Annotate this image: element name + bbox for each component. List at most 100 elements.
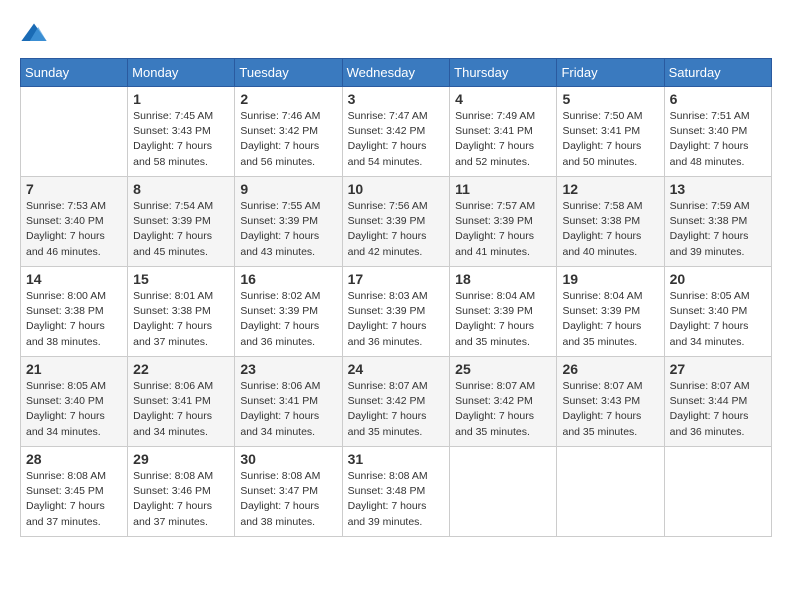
day-info: Sunrise: 7:46 AMSunset: 3:42 PMDaylight:… [240, 109, 336, 170]
calendar-cell-9: 9Sunrise: 7:55 AMSunset: 3:39 PMDaylight… [235, 177, 342, 267]
calendar-header-row: SundayMondayTuesdayWednesdayThursdayFrid… [21, 59, 772, 87]
day-info: Sunrise: 8:07 AMSunset: 3:42 PMDaylight:… [455, 379, 551, 440]
day-info: Sunrise: 8:06 AMSunset: 3:41 PMDaylight:… [240, 379, 336, 440]
calendar-cell-12: 12 Sunrise: 7:58 AMSunset: 3:38 PMDayligh… [557, 177, 664, 267]
calendar-cell-21: 21 Sunrise: 8:05 AMSunset: 3:40 PMDayligh… [21, 357, 128, 447]
calendar-cell-20: 20 Sunrise: 8:05 AMSunset: 3:40 PMDayligh… [664, 267, 771, 357]
day-number: 21 [26, 361, 122, 377]
calendar-cell-31: 31 Sunrise: 8:08 AMSunset: 3:48 PMDayligh… [342, 447, 450, 537]
calendar-cell-5: 5 Sunrise: 7:50 AMSunset: 3:41 PMDaylight… [557, 87, 664, 177]
day-number: 12 [562, 181, 658, 197]
day-info: Sunrise: 7:50 AMSunset: 3:41 PMDaylight:… [562, 109, 658, 170]
calendar-cell-30: 30 Sunrise: 8:08 AMSunset: 3:47 PMDayligh… [235, 447, 342, 537]
calendar-cell-10: 10 Sunrise: 7:56 AMSunset: 3:39 PMDayligh… [342, 177, 450, 267]
calendar-cell-24: 24 Sunrise: 8:07 AMSunset: 3:42 PMDayligh… [342, 357, 450, 447]
week-row-3: 21 Sunrise: 8:05 AMSunset: 3:40 PMDayligh… [21, 357, 772, 447]
calendar-cell-28: 28 Sunrise: 8:08 AMSunset: 3:45 PMDayligh… [21, 447, 128, 537]
calendar-cell-4: 4Sunrise: 7:49 AMSunset: 3:41 PMDaylight… [450, 87, 557, 177]
calendar-cell-14: 14Sunrise: 8:00 AMSunset: 3:38 PMDayligh… [21, 267, 128, 357]
calendar-cell-1: 1 Sunrise: 7:45 AMSunset: 3:43 PMDaylight… [128, 87, 235, 177]
day-info: Sunrise: 7:53 AMSunset: 3:40 PMDaylight:… [26, 199, 122, 260]
day-number: 13 [670, 181, 766, 197]
calendar-cell-empty [664, 447, 771, 537]
calendar-cell-18: 18 Sunrise: 8:04 AMSunset: 3:39 PMDayligh… [450, 267, 557, 357]
week-row-4: 28 Sunrise: 8:08 AMSunset: 3:45 PMDayligh… [21, 447, 772, 537]
calendar-header-saturday: Saturday [664, 59, 771, 87]
day-info: Sunrise: 8:04 AMSunset: 3:39 PMDaylight:… [562, 289, 658, 350]
calendar-header-thursday: Thursday [450, 59, 557, 87]
day-info: Sunrise: 7:57 AMSunset: 3:39 PMDaylight:… [455, 199, 551, 260]
calendar-cell-2: 2 Sunrise: 7:46 AMSunset: 3:42 PMDaylight… [235, 87, 342, 177]
week-row-0: 1 Sunrise: 7:45 AMSunset: 3:43 PMDaylight… [21, 87, 772, 177]
calendar-cell-11: 11 Sunrise: 7:57 AMSunset: 3:39 PMDayligh… [450, 177, 557, 267]
day-number: 19 [562, 271, 658, 287]
calendar-cell-13: 13 Sunrise: 7:59 AMSunset: 3:38 PMDayligh… [664, 177, 771, 267]
calendar-cell-empty [557, 447, 664, 537]
calendar-table: SundayMondayTuesdayWednesdayThursdayFrid… [20, 58, 772, 537]
day-number: 22 [133, 361, 229, 377]
day-info: Sunrise: 8:07 AMSunset: 3:42 PMDaylight:… [348, 379, 445, 440]
week-row-2: 14Sunrise: 8:00 AMSunset: 3:38 PMDayligh… [21, 267, 772, 357]
day-number: 7 [26, 181, 122, 197]
day-number: 16 [240, 271, 336, 287]
calendar-cell-19: 19 Sunrise: 8:04 AMSunset: 3:39 PMDayligh… [557, 267, 664, 357]
day-number: 28 [26, 451, 122, 467]
calendar-cell-23: 23 Sunrise: 8:06 AMSunset: 3:41 PMDayligh… [235, 357, 342, 447]
day-info: Sunrise: 8:01 AMSunset: 3:38 PMDaylight:… [133, 289, 229, 350]
day-number: 17 [348, 271, 445, 287]
day-info: Sunrise: 7:56 AMSunset: 3:39 PMDaylight:… [348, 199, 445, 260]
calendar-cell-25: 25Sunrise: 8:07 AMSunset: 3:42 PMDayligh… [450, 357, 557, 447]
day-number: 24 [348, 361, 445, 377]
day-info: Sunrise: 8:05 AMSunset: 3:40 PMDaylight:… [26, 379, 122, 440]
day-number: 31 [348, 451, 445, 467]
calendar-header-friday: Friday [557, 59, 664, 87]
day-info: Sunrise: 8:07 AMSunset: 3:44 PMDaylight:… [670, 379, 766, 440]
day-info: Sunrise: 8:03 AMSunset: 3:39 PMDaylight:… [348, 289, 445, 350]
day-info: Sunrise: 8:08 AMSunset: 3:47 PMDaylight:… [240, 469, 336, 530]
day-info: Sunrise: 8:08 AMSunset: 3:48 PMDaylight:… [348, 469, 445, 530]
calendar-cell-7: 7 Sunrise: 7:53 AMSunset: 3:40 PMDaylight… [21, 177, 128, 267]
day-info: Sunrise: 8:04 AMSunset: 3:39 PMDaylight:… [455, 289, 551, 350]
day-info: Sunrise: 7:55 AMSunset: 3:39 PMDaylight:… [240, 199, 336, 260]
day-number: 8 [133, 181, 229, 197]
day-info: Sunrise: 7:54 AMSunset: 3:39 PMDaylight:… [133, 199, 229, 260]
week-row-1: 7 Sunrise: 7:53 AMSunset: 3:40 PMDaylight… [21, 177, 772, 267]
calendar-cell-empty [21, 87, 128, 177]
day-info: Sunrise: 7:58 AMSunset: 3:38 PMDaylight:… [562, 199, 658, 260]
day-number: 20 [670, 271, 766, 287]
day-number: 10 [348, 181, 445, 197]
day-number: 29 [133, 451, 229, 467]
calendar-cell-22: 22 Sunrise: 8:06 AMSunset: 3:41 PMDayligh… [128, 357, 235, 447]
day-number: 23 [240, 361, 336, 377]
day-number: 2 [240, 91, 336, 107]
calendar-cell-empty [450, 447, 557, 537]
day-info: Sunrise: 8:05 AMSunset: 3:40 PMDaylight:… [670, 289, 766, 350]
calendar-cell-3: 3Sunrise: 7:47 AMSunset: 3:42 PMDaylight… [342, 87, 450, 177]
day-info: Sunrise: 7:59 AMSunset: 3:38 PMDaylight:… [670, 199, 766, 260]
day-number: 1 [133, 91, 229, 107]
calendar-cell-29: 29Sunrise: 8:08 AMSunset: 3:46 PMDayligh… [128, 447, 235, 537]
day-info: Sunrise: 8:08 AMSunset: 3:45 PMDaylight:… [26, 469, 122, 530]
day-info: Sunrise: 7:45 AMSunset: 3:43 PMDaylight:… [133, 109, 229, 170]
day-number: 3 [348, 91, 445, 107]
logo [20, 20, 52, 48]
day-number: 11 [455, 181, 551, 197]
calendar-cell-27: 27Sunrise: 8:07 AMSunset: 3:44 PMDayligh… [664, 357, 771, 447]
calendar-cell-15: 15Sunrise: 8:01 AMSunset: 3:38 PMDayligh… [128, 267, 235, 357]
day-number: 18 [455, 271, 551, 287]
calendar-cell-26: 26Sunrise: 8:07 AMSunset: 3:43 PMDayligh… [557, 357, 664, 447]
day-info: Sunrise: 8:02 AMSunset: 3:39 PMDaylight:… [240, 289, 336, 350]
calendar-header-wednesday: Wednesday [342, 59, 450, 87]
calendar-cell-8: 8 Sunrise: 7:54 AMSunset: 3:39 PMDaylight… [128, 177, 235, 267]
day-number: 5 [562, 91, 658, 107]
calendar-cell-17: 17 Sunrise: 8:03 AMSunset: 3:39 PMDayligh… [342, 267, 450, 357]
day-info: Sunrise: 8:06 AMSunset: 3:41 PMDaylight:… [133, 379, 229, 440]
logo-icon [20, 20, 48, 48]
day-info: Sunrise: 8:07 AMSunset: 3:43 PMDaylight:… [562, 379, 658, 440]
day-number: 4 [455, 91, 551, 107]
calendar-cell-6: 6Sunrise: 7:51 AMSunset: 3:40 PMDaylight… [664, 87, 771, 177]
day-number: 14 [26, 271, 122, 287]
calendar-header-sunday: Sunday [21, 59, 128, 87]
day-info: Sunrise: 7:51 AMSunset: 3:40 PMDaylight:… [670, 109, 766, 170]
day-number: 30 [240, 451, 336, 467]
